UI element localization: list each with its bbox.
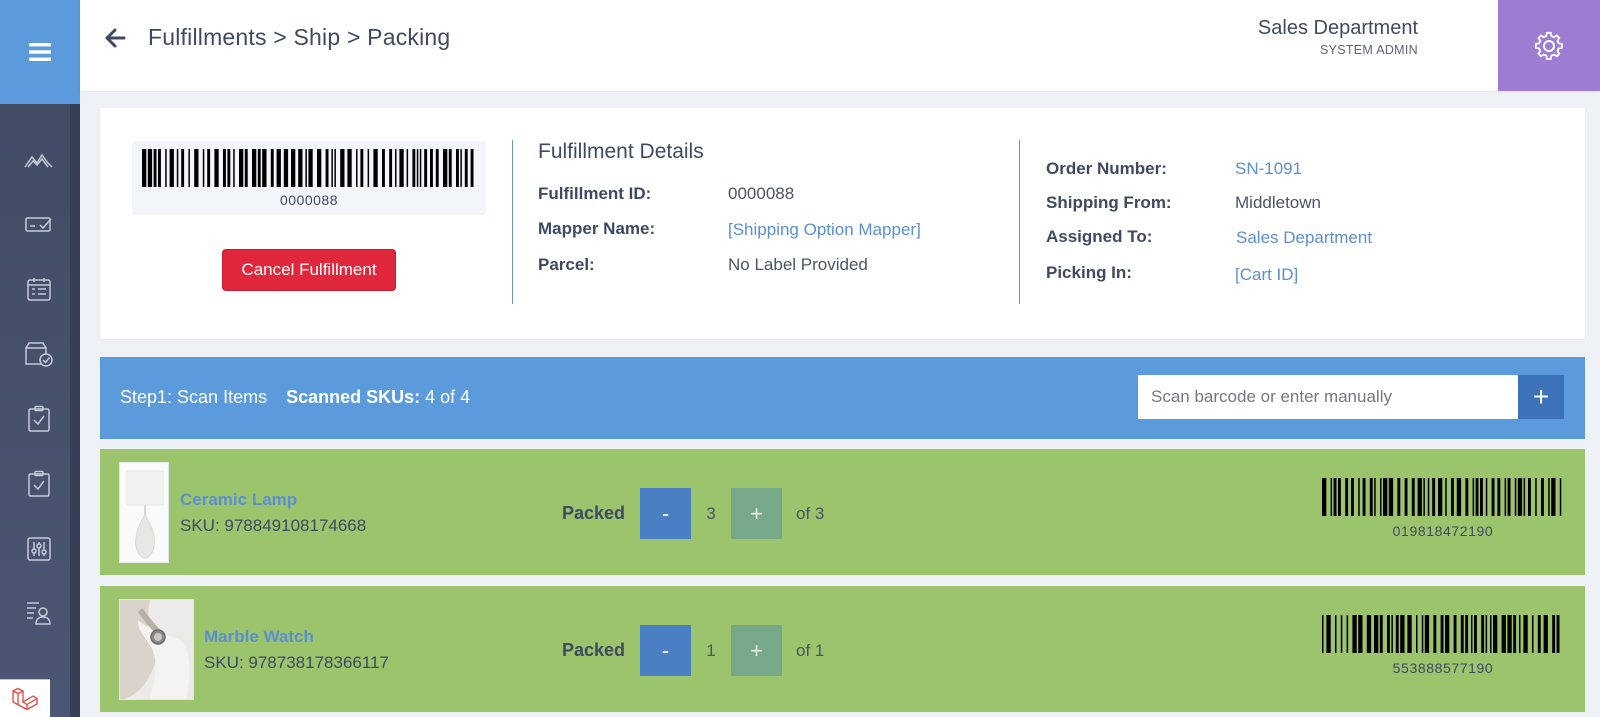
item-barcode-image — [1322, 478, 1562, 516]
packed-label: Packed — [562, 503, 626, 523]
item-barcode-image — [1322, 615, 1560, 653]
step-title: Step1: Scan Items — [120, 387, 268, 407]
divider — [1019, 140, 1020, 304]
fulfillment-id-value: 0000088 — [728, 184, 795, 203]
mountain-chart-icon — [24, 153, 53, 168]
sidebar-scrollbar[interactable] — [70, 104, 80, 717]
shipping-from-label: Shipping From: — [1046, 193, 1172, 212]
quantity-decrease-button[interactable]: - — [640, 488, 691, 539]
sidebar-item-fulfillments[interactable] — [24, 339, 54, 369]
sidebar-item-payments[interactable] — [24, 209, 54, 239]
item-row: Marble Watch SKU: 978738178366117 Packed… — [100, 586, 1585, 712]
shipping-from-value: Middletown — [1235, 193, 1321, 212]
hamburger-menu-button[interactable] — [0, 0, 80, 104]
item-name-link[interactable]: Ceramic Lamp — [180, 490, 297, 510]
scan-step-bar: Step1: Scan Items Scanned SKUs: 4 of 4 + — [100, 357, 1585, 439]
laravel-logo-icon — [12, 687, 38, 710]
hamburger-icon — [29, 43, 51, 61]
scanned-skus-label: Scanned SKUs: — [286, 387, 421, 407]
item-name-link[interactable]: Marble Watch — [204, 627, 314, 647]
barcode-image — [142, 149, 474, 187]
payment-card-icon — [25, 217, 52, 232]
sidebar-item-tasks[interactable] — [24, 404, 54, 434]
fulfillment-barcode: 0000088 — [132, 141, 486, 215]
user-name: Sales Department — [1257, 17, 1418, 39]
quantity-decrease-button[interactable]: - — [640, 625, 691, 676]
picking-in-link[interactable]: [Cart ID] — [1235, 265, 1298, 285]
parcel-value: No Label Provided — [728, 255, 868, 274]
item-sku: SKU: 978849108174668 — [180, 516, 367, 535]
item-barcode-number: 019818472190 — [1392, 523, 1494, 539]
calendar-icon — [27, 278, 51, 301]
assigned-to-link[interactable]: Sales Department — [1236, 228, 1372, 248]
barcode-number: 0000088 — [279, 192, 338, 208]
box-check-icon — [25, 342, 53, 367]
sidebar-item-checklists[interactable] — [24, 469, 54, 499]
parcel-label: Parcel: — [538, 255, 595, 274]
step-info: Step1: Scan Items Scanned SKUs: 4 of 4 — [120, 387, 470, 408]
sidebar-item-dashboard[interactable] — [24, 146, 54, 176]
sidebar-item-users[interactable] — [24, 598, 54, 628]
mapper-name-link[interactable]: [Shipping Option Mapper] — [728, 220, 921, 240]
sidebar — [0, 0, 80, 717]
quantity-increase-button[interactable]: + — [731, 625, 782, 676]
user-info[interactable]: Sales Department SYSTEM ADMIN — [1258, 17, 1418, 57]
debugbar-toggle[interactable] — [0, 679, 50, 717]
packed-quantity: 1 — [706, 641, 716, 660]
divider — [512, 140, 513, 304]
clipboard-check-icon — [28, 470, 50, 497]
scan-barcode-input[interactable] — [1138, 375, 1518, 419]
cancel-fulfillment-button[interactable]: Cancel Fulfillment — [222, 249, 396, 291]
fulfillment-details-card: 0000088 Cancel Fulfillment Fulfillment D… — [100, 108, 1585, 339]
item-sku: SKU: 978738178366117 — [204, 653, 389, 672]
quantity-total: of 1 — [796, 641, 825, 660]
settings-button[interactable] — [1498, 0, 1600, 91]
order-number-label: Order Number: — [1046, 159, 1167, 178]
user-list-icon — [27, 602, 51, 625]
packed-label: Packed — [562, 640, 626, 660]
watch-image — [120, 600, 193, 699]
packed-quantity: 3 — [706, 504, 716, 523]
user-role: SYSTEM ADMIN — [1319, 43, 1418, 57]
item-row: Ceramic Lamp SKU: 978849108174668 Packed… — [100, 449, 1585, 575]
back-arrow-icon[interactable] — [104, 26, 128, 50]
sidebar-item-calendar[interactable] — [24, 274, 54, 304]
item-barcode-number: 553888577190 — [1392, 660, 1494, 676]
fulfillment-id-label: Fulfillment ID: — [538, 184, 652, 203]
scanned-skus-value: 4 of 4 — [425, 387, 471, 407]
breadcrumb: Fulfillments > Ship > Packing — [148, 24, 451, 50]
gear-icon — [1534, 31, 1563, 60]
lamp-image — [120, 463, 168, 562]
scan-add-button[interactable]: + — [1518, 375, 1564, 419]
quantity-total: of 3 — [796, 504, 825, 523]
assigned-to-label: Assigned To: — [1046, 227, 1153, 246]
top-header: Fulfillments > Ship > Packing Sales Depa… — [80, 0, 1600, 91]
clipboard-check-icon — [28, 405, 50, 432]
mapper-name-label: Mapper Name: — [538, 219, 656, 238]
sliders-icon — [27, 537, 51, 561]
product-thumbnail — [119, 462, 169, 563]
sidebar-item-settings[interactable] — [24, 534, 54, 564]
product-thumbnail — [119, 599, 194, 700]
section-title: Fulfillment Details — [538, 140, 704, 163]
picking-in-label: Picking In: — [1046, 263, 1132, 282]
quantity-increase-button[interactable]: + — [731, 488, 782, 539]
order-number-link[interactable]: SN-1091 — [1235, 159, 1302, 179]
